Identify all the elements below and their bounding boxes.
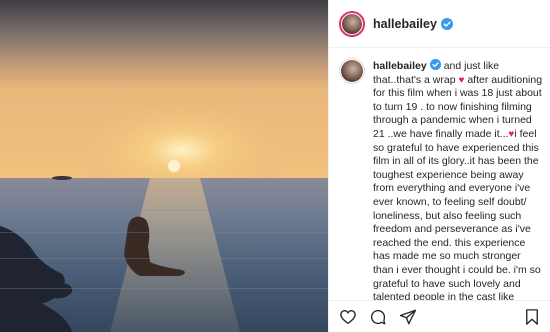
- bookmark-icon: [526, 308, 538, 325]
- avatar[interactable]: [339, 10, 365, 37]
- speech-bubble-icon: [370, 309, 386, 324]
- red-heart-emoji-icon: ♥: [458, 74, 465, 86]
- instagram-post: hallebailey hallebailey and just like tha…: [0, 0, 550, 332]
- like-button[interactable]: [337, 306, 359, 328]
- caption-avatar[interactable]: [339, 58, 365, 84]
- post-photo[interactable]: [0, 0, 328, 332]
- comment-button[interactable]: [367, 306, 389, 328]
- heart-outline-icon: [340, 309, 356, 324]
- post-actions-bar: [329, 300, 550, 332]
- username-link[interactable]: hallebailey: [373, 17, 437, 31]
- caption-text: hallebailey and just like that..that's a …: [373, 59, 543, 300]
- avatar-image: [342, 13, 362, 34]
- paper-plane-icon: [399, 309, 417, 324]
- caption-verified-badge-icon: [429, 59, 441, 70]
- caption-part-3: i feel so grateful to have experienced t…: [373, 127, 541, 300]
- save-button[interactable]: [521, 306, 543, 328]
- caption-section: hallebailey and just like that..that's a …: [329, 48, 550, 300]
- sunset-sea-photo: [0, 0, 328, 332]
- share-button[interactable]: [397, 306, 419, 328]
- caption-avatar-image: [341, 60, 363, 82]
- post-header: hallebailey: [329, 0, 550, 48]
- caption-username[interactable]: hallebailey: [373, 60, 427, 72]
- post-side-panel: hallebailey hallebailey and just like tha…: [328, 0, 550, 332]
- verified-badge-icon: [440, 17, 453, 30]
